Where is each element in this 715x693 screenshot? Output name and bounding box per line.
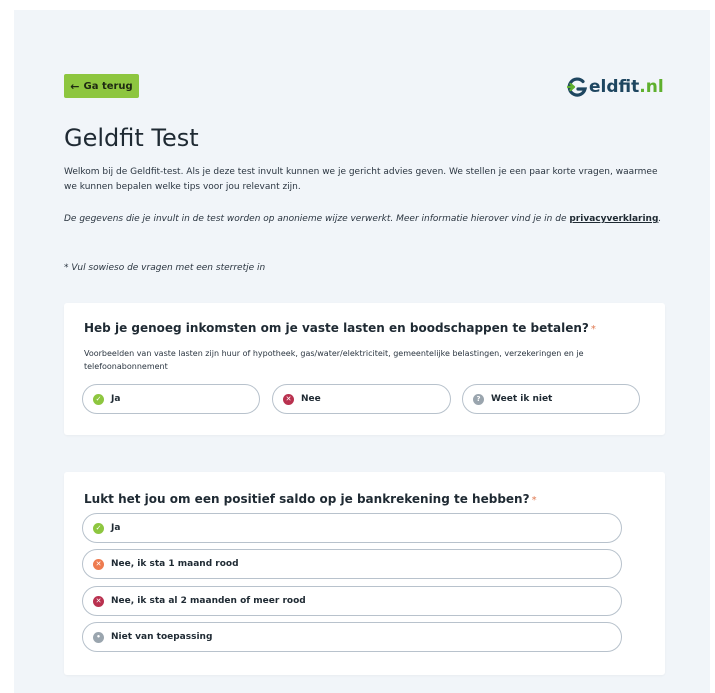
privacy-notice: De gegevens die je invult in de test wor… xyxy=(64,212,664,227)
option-label: Nee, ik sta 1 maand rood xyxy=(111,559,239,569)
option-1-maand-rood[interactable]: ✕ Nee, ik sta 1 maand rood xyxy=(82,549,622,579)
geldfit-logo[interactable]: eldfit .nl xyxy=(566,76,664,98)
question-description: Voorbeelden van vaste lasten zijn huur o… xyxy=(84,349,584,371)
question-card-income: Heb je genoeg inkomsten om je vaste last… xyxy=(64,303,665,435)
arrow-left-icon: ← xyxy=(70,79,80,93)
privacy-link[interactable]: privacyverklaring xyxy=(569,214,658,224)
cross-icon: ✕ xyxy=(93,558,104,570)
check-icon: ✓ xyxy=(93,393,104,405)
geldfit-logo-icon xyxy=(566,77,588,97)
required-mark: * xyxy=(590,324,596,335)
cross-icon: ✕ xyxy=(93,595,104,607)
question-title: Lukt het jou om een positief saldo op je… xyxy=(84,492,537,506)
back-button-label: Ga terug xyxy=(83,80,133,92)
privacy-end: . xyxy=(658,214,662,224)
back-button[interactable]: ← Ga terug xyxy=(64,74,139,98)
required-mark: * xyxy=(531,495,537,506)
option-niet-van-toepassing[interactable]: • Niet van toepassing xyxy=(82,622,622,652)
check-icon: ✓ xyxy=(93,522,104,534)
intro-text: Welkom bij de Geldfit-test. Als je deze … xyxy=(64,167,658,192)
option-nee[interactable]: ✕ Nee xyxy=(272,384,451,414)
option-ja[interactable]: ✓ Ja xyxy=(82,384,260,414)
option-weet-ik-niet[interactable]: ? Weet ik niet xyxy=(462,384,640,414)
logo-suffix: .nl xyxy=(639,77,664,97)
question-title: Heb je genoeg inkomsten om je vaste last… xyxy=(84,321,596,335)
option-label: Ja xyxy=(111,394,121,404)
option-label: Ja xyxy=(111,523,121,533)
question-title-text: Lukt het jou om een positief saldo op je… xyxy=(84,492,530,506)
question-card-balance: Lukt het jou om een positief saldo op je… xyxy=(64,472,665,675)
option-2-maanden-rood[interactable]: ✕ Nee, ik sta al 2 maanden of meer rood xyxy=(82,586,622,616)
option-label: Weet ik niet xyxy=(491,394,553,404)
question-title-text: Heb je genoeg inkomsten om je vaste last… xyxy=(84,321,589,335)
option-label: Niet van toepassing xyxy=(111,632,213,642)
dot-icon: • xyxy=(93,631,104,643)
logo-text: eldfit xyxy=(589,77,640,97)
cross-icon: ✕ xyxy=(283,393,294,405)
option-ja[interactable]: ✓ Ja xyxy=(82,513,622,543)
page-title: Geldfit Test xyxy=(64,124,199,152)
required-note: * Vul sowieso de vragen met een sterretj… xyxy=(64,263,266,273)
privacy-text: De gegevens die je invult in de test wor… xyxy=(64,214,570,224)
question-icon: ? xyxy=(473,393,484,405)
option-label: Nee xyxy=(301,394,321,404)
option-label: Nee, ik sta al 2 maanden of meer rood xyxy=(111,596,306,606)
